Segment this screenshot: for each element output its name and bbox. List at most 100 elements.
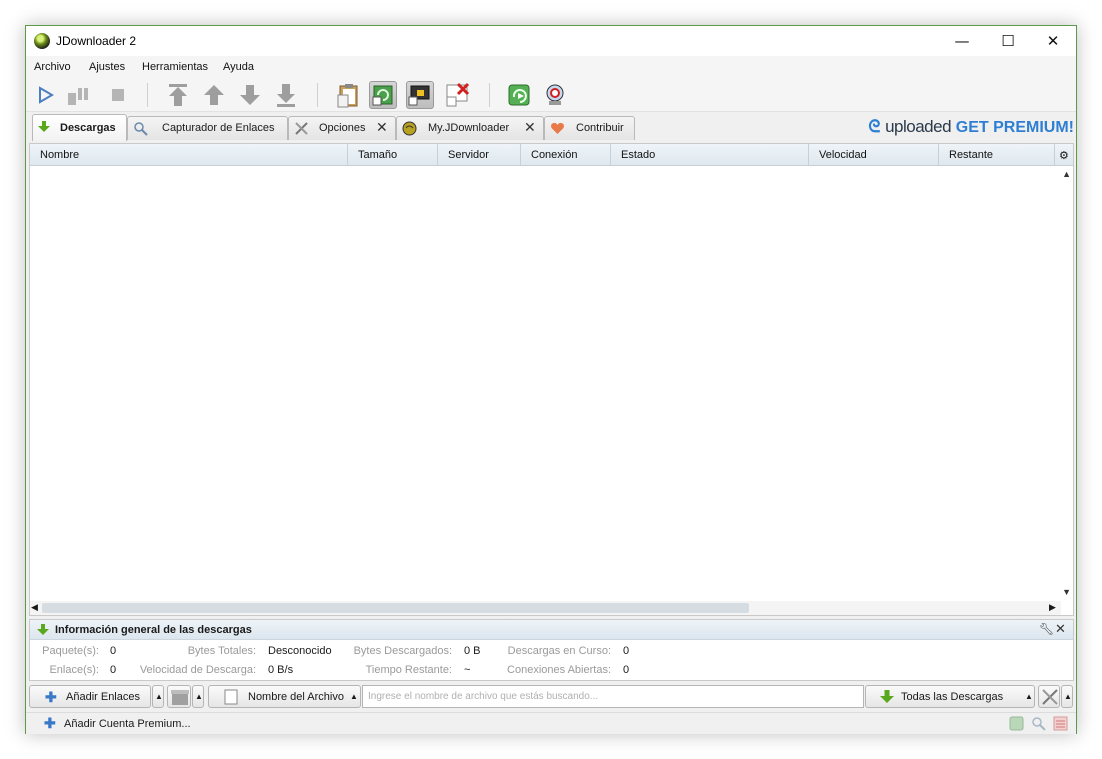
app-window: JDownloader 2 — ☐ ✕ Archivo Ajustes Herr…: [25, 25, 1077, 734]
tab-label: Capturador de Enlaces: [162, 122, 275, 134]
reconnect-icon[interactable]: [505, 81, 533, 109]
column-velocidad[interactable]: Velocidad: [809, 144, 939, 166]
auto-reconnect-icon[interactable]: [369, 81, 397, 109]
download-arrow-icon: [38, 121, 50, 132]
title-bar: JDownloader 2 — ☐ ✕: [26, 26, 1076, 56]
update-icon[interactable]: [541, 81, 569, 109]
download-arrow-icon: [37, 624, 49, 635]
wrench-icon[interactable]: 🔧︎: [1039, 622, 1054, 636]
file-icon: [224, 689, 238, 705]
toolbar-divider: [147, 83, 148, 107]
play-icon[interactable]: [31, 81, 59, 109]
stop-icon[interactable]: [104, 81, 132, 109]
tab-contribuir[interactable]: Contribuir: [544, 116, 635, 140]
tab-label: My.JDownloader: [428, 122, 510, 134]
menu-ayuda[interactable]: Ayuda: [223, 61, 254, 73]
uploaded-logo-icon: ᘓ: [868, 117, 881, 136]
stat-label: Tiempo Restante:: [365, 664, 452, 676]
menu-ajustes[interactable]: Ajustes: [89, 61, 125, 73]
search-mode-select[interactable]: Nombre del Archivo ▲: [208, 685, 361, 708]
stat-value: 0: [623, 664, 630, 676]
heart-icon: [551, 122, 564, 134]
tab-label: Contribuir: [576, 122, 624, 134]
tab-capturador[interactable]: Capturador de Enlaces: [127, 116, 288, 140]
menu-archivo[interactable]: Archivo: [34, 61, 71, 73]
myjd-logo-icon: [402, 121, 417, 136]
list-status-icon[interactable]: [1053, 716, 1068, 731]
package-icon[interactable]: [167, 685, 191, 708]
column-servidor[interactable]: Servidor: [438, 144, 521, 166]
uploaded-premium-banner[interactable]: ᘓ uploaded GET PREMIUM!: [868, 117, 1074, 137]
close-button[interactable]: ✕: [1030, 26, 1076, 56]
stat-label: Bytes Descargados:: [353, 645, 452, 657]
package-dropdown-icon[interactable]: ▲: [192, 685, 204, 708]
menu-herramientas[interactable]: Herramientas: [142, 61, 208, 73]
close-tab-icon[interactable]: ✕: [376, 120, 388, 136]
maximize-button[interactable]: ☐: [985, 26, 1031, 56]
pause-icon[interactable]: [64, 81, 92, 109]
stat-label: Bytes Totales:: [187, 645, 256, 657]
tab-descargas[interactable]: Descargas: [32, 114, 127, 141]
menu-bar: Archivo Ajustes Herramientas Ayuda: [26, 56, 1076, 78]
toolbar-divider: [489, 83, 490, 107]
stat-value: 0 B/s: [268, 664, 294, 676]
column-restante[interactable]: Restante: [939, 144, 1055, 166]
window-title: JDownloader 2: [56, 34, 137, 48]
stat-label: Enlace(s):: [49, 664, 99, 676]
jdownloader-logo-icon: [34, 33, 50, 49]
scroll-down-arrow-icon[interactable]: ▼: [1062, 587, 1071, 597]
remove-icon[interactable]: [444, 81, 472, 109]
stat-value: 0: [110, 664, 117, 676]
minimize-button[interactable]: —: [939, 26, 985, 56]
settings-tools-icon: [295, 122, 308, 135]
scroll-up-arrow-icon[interactable]: ▲: [1062, 169, 1071, 179]
stat-label: Paquete(s):: [42, 645, 99, 657]
column-tamano[interactable]: Tamaño: [348, 144, 438, 166]
download-arrow-icon: [880, 690, 894, 703]
move-top-icon[interactable]: [164, 81, 192, 109]
tab-myjdownloader[interactable]: My.JDownloader ✕: [396, 116, 544, 140]
add-links-button[interactable]: ✚ Añadir Enlaces: [29, 685, 151, 708]
plus-icon: ✚: [45, 689, 57, 705]
search-input[interactable]: Ingrese el nombre de archivo que estás b…: [362, 685, 864, 708]
column-conexion[interactable]: Conexión: [521, 144, 611, 166]
column-settings-icon[interactable]: ⚙: [1055, 144, 1073, 166]
add-premium-account-link[interactable]: Añadir Cuenta Premium...: [64, 718, 191, 730]
filter-select[interactable]: Todas las Descargas ▲: [865, 685, 1035, 708]
stat-value: Desconocido: [268, 645, 332, 657]
stat-label: Descargas en Curso:: [507, 645, 611, 657]
scroll-thumb[interactable]: [42, 603, 749, 613]
linkgrabber-status-icon[interactable]: [1031, 716, 1046, 731]
overview-title: Información general de las descargas: [55, 624, 252, 636]
stat-value: 0: [110, 645, 117, 657]
move-up-icon[interactable]: [200, 81, 228, 109]
add-links-dropdown-icon[interactable]: ▲: [152, 685, 164, 708]
table-header: Nombre Tamaño Servidor Conexión Estado V…: [30, 144, 1073, 166]
move-down-icon[interactable]: [236, 81, 264, 109]
toolbar-divider: [317, 83, 318, 107]
filter-label: Todas las Descargas: [901, 691, 1004, 703]
premium-lock-icon[interactable]: [406, 81, 434, 109]
stat-label: Velocidad de Descarga:: [139, 664, 256, 676]
tab-opciones[interactable]: Opciones ✕: [288, 116, 396, 140]
chevron-up-icon: ▲: [1025, 692, 1033, 701]
toolbar: [26, 78, 1076, 112]
scroll-right-arrow-icon[interactable]: ▶: [1049, 602, 1056, 613]
horizontal-scrollbar[interactable]: ◀ ▶: [30, 601, 1061, 615]
scroll-left-arrow-icon[interactable]: ◀: [31, 602, 38, 613]
column-nombre[interactable]: Nombre: [30, 144, 348, 166]
stat-label: Conexiones Abiertas:: [507, 664, 611, 676]
promo-cta: GET PREMIUM!: [955, 119, 1074, 136]
close-tab-icon[interactable]: ✕: [524, 120, 536, 136]
bottom-settings-button[interactable]: [1038, 685, 1060, 708]
bottom-bar: ✚ Añadir Enlaces ▲ ▲ Nombre del Archivo …: [26, 683, 1076, 711]
reconnect-status-icon[interactable]: [1009, 716, 1024, 731]
clipboard-icon[interactable]: [335, 81, 363, 109]
close-panel-icon[interactable]: ✕: [1055, 622, 1066, 637]
move-bottom-icon[interactable]: [272, 81, 300, 109]
settings-dropdown-icon[interactable]: ▲: [1061, 685, 1073, 708]
overview-header: Información general de las descargas 🔧︎ …: [30, 620, 1073, 640]
downloads-table[interactable]: Nombre Tamaño Servidor Conexión Estado V…: [29, 143, 1074, 616]
search-mode-label: Nombre del Archivo: [248, 691, 344, 703]
column-estado[interactable]: Estado: [611, 144, 809, 166]
